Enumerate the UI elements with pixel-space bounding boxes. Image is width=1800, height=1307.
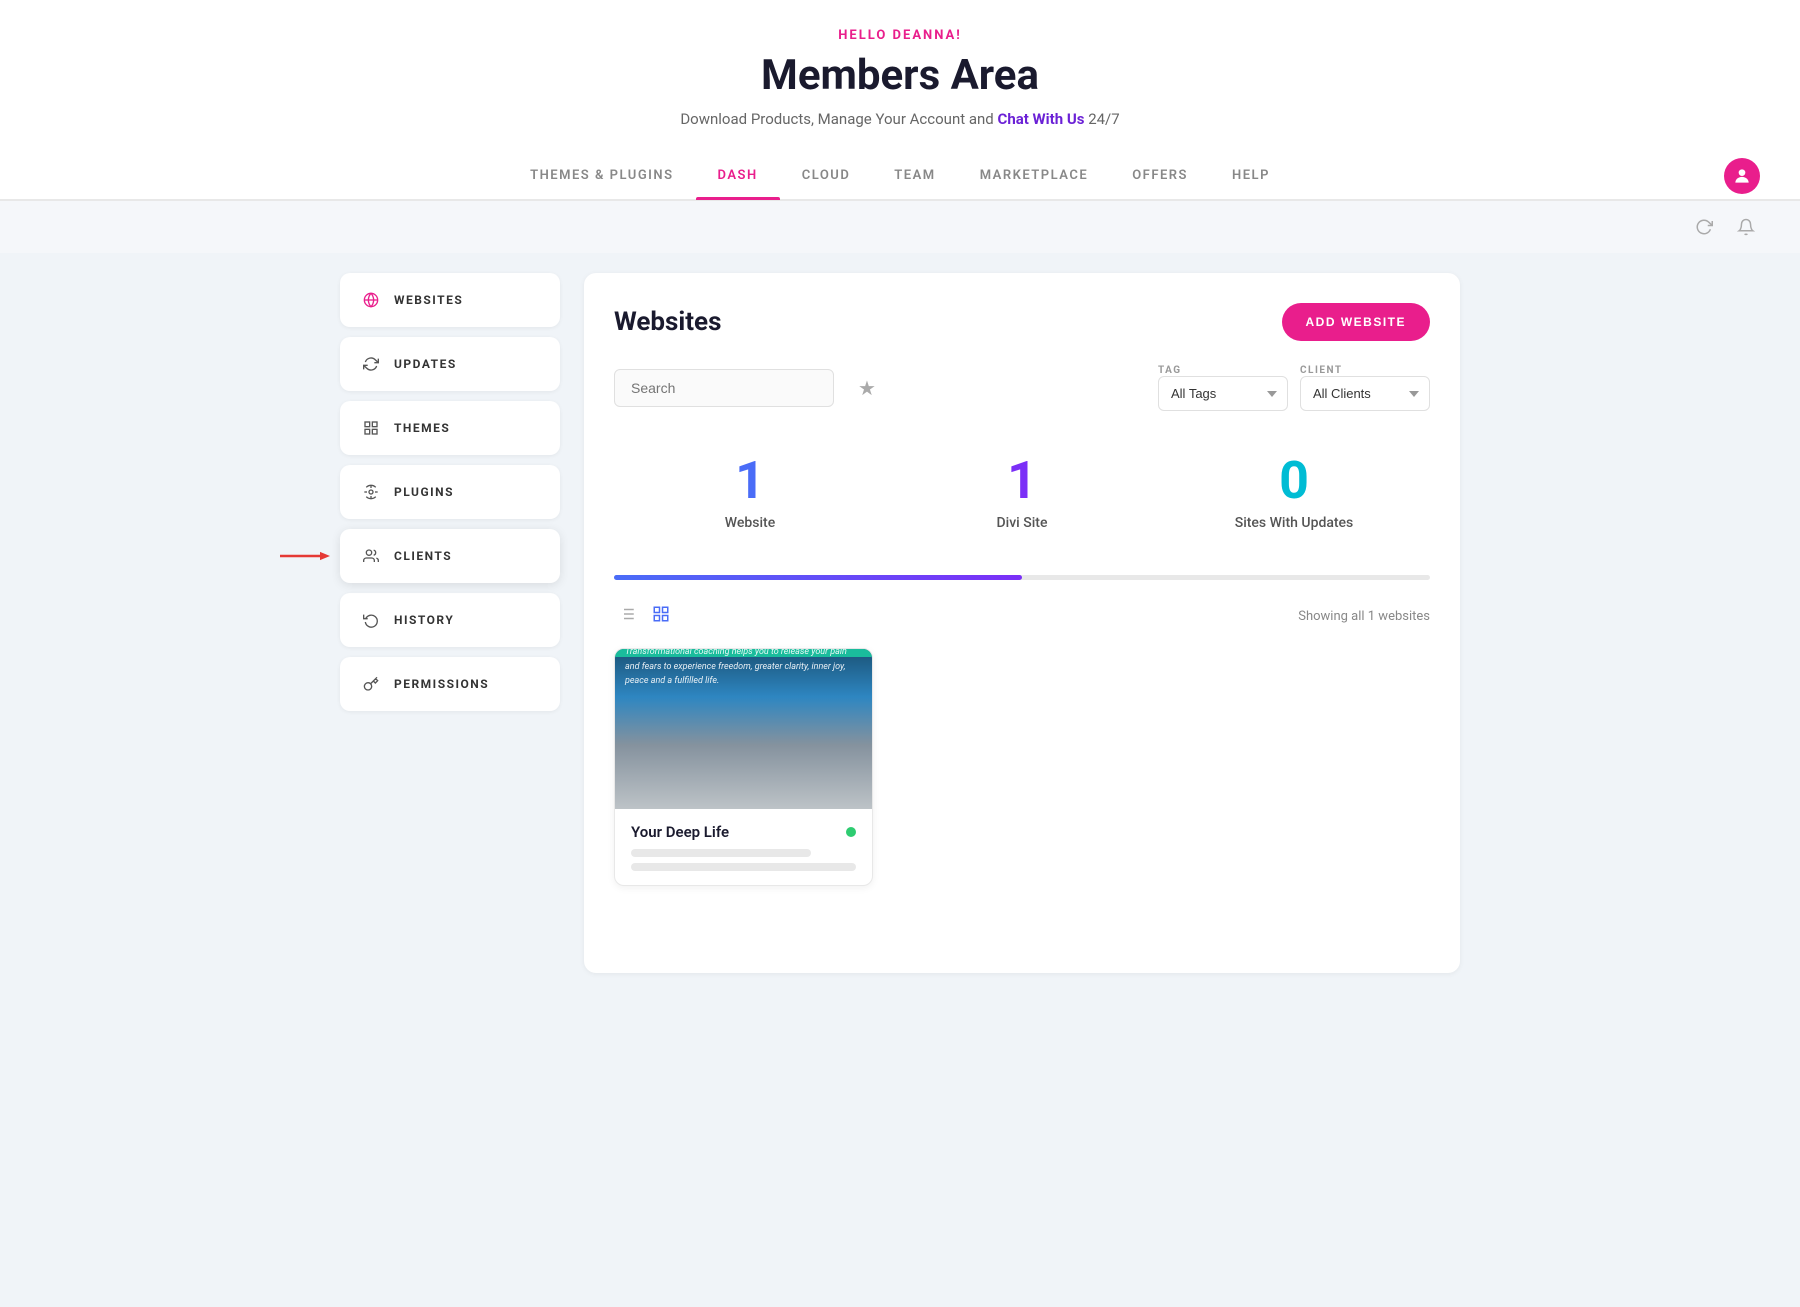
content-title: Websites	[614, 307, 721, 337]
client-label: CLIENT	[1300, 365, 1430, 376]
subtitle: Download Products, Manage Your Account a…	[0, 110, 1800, 128]
nav-offers[interactable]: OFFERS	[1110, 152, 1210, 199]
sidebar-item-themes[interactable]: THEMES	[340, 401, 560, 455]
stat-label-updates: Sites With Updates	[1158, 515, 1430, 531]
nav-right-icons	[1714, 158, 1760, 194]
card-url-line2	[631, 863, 856, 871]
search-input[interactable]	[614, 369, 834, 407]
showing-count: Showing all 1 websites	[1298, 609, 1430, 624]
plugins-icon	[360, 481, 382, 503]
progress-bar-fill	[614, 575, 1022, 580]
sidebar-label-themes: THEMES	[394, 421, 450, 435]
card-info: Your Deep Life	[615, 809, 872, 885]
view-controls: Showing all 1 websites	[614, 600, 1430, 632]
websites-icon	[360, 289, 382, 311]
nav-dash[interactable]: DASH	[696, 152, 780, 199]
history-icon	[360, 609, 382, 631]
card-name-row: Your Deep Life	[631, 823, 856, 841]
main-layout: WEBSITES UPDATES THEMES	[300, 273, 1500, 973]
client-filter-group: CLIENT All Clients	[1300, 365, 1430, 411]
subtitle-after: 24/7	[1088, 110, 1119, 128]
themes-icon	[360, 417, 382, 439]
sidebar-item-plugins[interactable]: PLUGINS	[340, 465, 560, 519]
card-site-name: Your Deep Life	[631, 823, 729, 841]
card-url-line1	[631, 849, 811, 857]
search-filters: ★ TAG All Tags CLIENT All Clients	[614, 365, 1430, 411]
hello-greeting: HELLO DEANNA!	[0, 28, 1800, 43]
nav-team[interactable]: TEAM	[872, 152, 957, 199]
filter-group: TAG All Tags CLIENT All Clients	[1158, 365, 1430, 411]
sidebar-item-clients[interactable]: CLIENTS	[340, 529, 560, 583]
sidebar-label-updates: UPDATES	[394, 357, 457, 371]
clients-icon	[360, 545, 382, 567]
sidebar-item-history[interactable]: HISTORY	[340, 593, 560, 647]
content-area: Websites ADD WEBSITE ★ TAG All Tags CLIE…	[584, 273, 1460, 973]
nav-bar: THEMES & PLUGINS DASH CLOUD TEAM MARKETP…	[0, 152, 1800, 199]
stat-number-updates: 0	[1158, 455, 1430, 507]
cards-grid: Transformational coaching helps you to r…	[614, 648, 1430, 886]
content-header: Websites ADD WEBSITE	[614, 303, 1430, 341]
sidebar-item-websites[interactable]: WEBSITES	[340, 273, 560, 327]
sidebar-item-permissions[interactable]: PERMISSIONS	[340, 657, 560, 711]
sidebar-label-plugins: PLUGINS	[394, 485, 454, 499]
updates-icon	[360, 353, 382, 375]
toolbar	[0, 201, 1800, 253]
stat-label-website: Website	[614, 515, 886, 531]
notifications-icon[interactable]	[1732, 213, 1760, 241]
progress-bar	[614, 575, 1430, 580]
add-website-button[interactable]: ADD WEBSITE	[1282, 303, 1431, 341]
view-icons	[614, 600, 674, 632]
sidebar: WEBSITES UPDATES THEMES	[340, 273, 560, 973]
nav-marketplace[interactable]: MARKETPLACE	[958, 152, 1111, 199]
arrow-indicator	[280, 546, 330, 566]
card-screenshot-text: Transformational coaching helps you to r…	[625, 649, 862, 689]
website-card[interactable]: Transformational coaching helps you to r…	[614, 648, 873, 886]
page-header: HELLO DEANNA! Members Area Download Prod…	[0, 0, 1800, 201]
user-avatar[interactable]	[1724, 158, 1760, 194]
tag-label: TAG	[1158, 365, 1288, 376]
tag-filter-group: TAG All Tags	[1158, 365, 1288, 411]
stats-row: 1 Website 1 Divi Site 0 Sites With Updat…	[614, 439, 1430, 547]
stat-divi: 1 Divi Site	[886, 439, 1158, 547]
sidebar-label-history: HISTORY	[394, 613, 454, 627]
nav-underline	[0, 199, 1800, 200]
card-screenshot: Transformational coaching helps you to r…	[615, 649, 872, 809]
nav-cloud[interactable]: CLOUD	[780, 152, 873, 199]
stat-label-divi: Divi Site	[886, 515, 1158, 531]
stat-updates: 0 Sites With Updates	[1158, 439, 1430, 547]
card-status-dot	[846, 827, 856, 837]
sidebar-label-websites: WEBSITES	[394, 293, 463, 307]
page-title: Members Area	[0, 51, 1800, 100]
stat-number-website: 1	[614, 455, 886, 507]
list-view-icon[interactable]	[614, 600, 640, 632]
grid-view-icon[interactable]	[648, 600, 674, 632]
tag-select[interactable]: All Tags	[1158, 376, 1288, 411]
sidebar-label-permissions: PERMISSIONS	[394, 677, 489, 691]
permissions-icon	[360, 673, 382, 695]
sidebar-label-clients: CLIENTS	[394, 549, 452, 563]
nav-themes-plugins[interactable]: THEMES & PLUGINS	[508, 152, 695, 199]
stat-number-divi: 1	[886, 455, 1158, 507]
nav-wrapper: THEMES & PLUGINS DASH CLOUD TEAM MARKETP…	[0, 152, 1800, 200]
favorite-star-icon[interactable]: ★	[858, 376, 876, 400]
client-select[interactable]: All Clients	[1300, 376, 1430, 411]
refresh-icon[interactable]	[1690, 213, 1718, 241]
nav-help[interactable]: HELP	[1210, 152, 1292, 199]
chat-link[interactable]: Chat With Us	[998, 110, 1085, 128]
subtitle-before: Download Products, Manage Your Account a…	[680, 110, 993, 128]
clients-container: CLIENTS	[340, 529, 560, 583]
stat-website: 1 Website	[614, 439, 886, 547]
sidebar-item-updates[interactable]: UPDATES	[340, 337, 560, 391]
